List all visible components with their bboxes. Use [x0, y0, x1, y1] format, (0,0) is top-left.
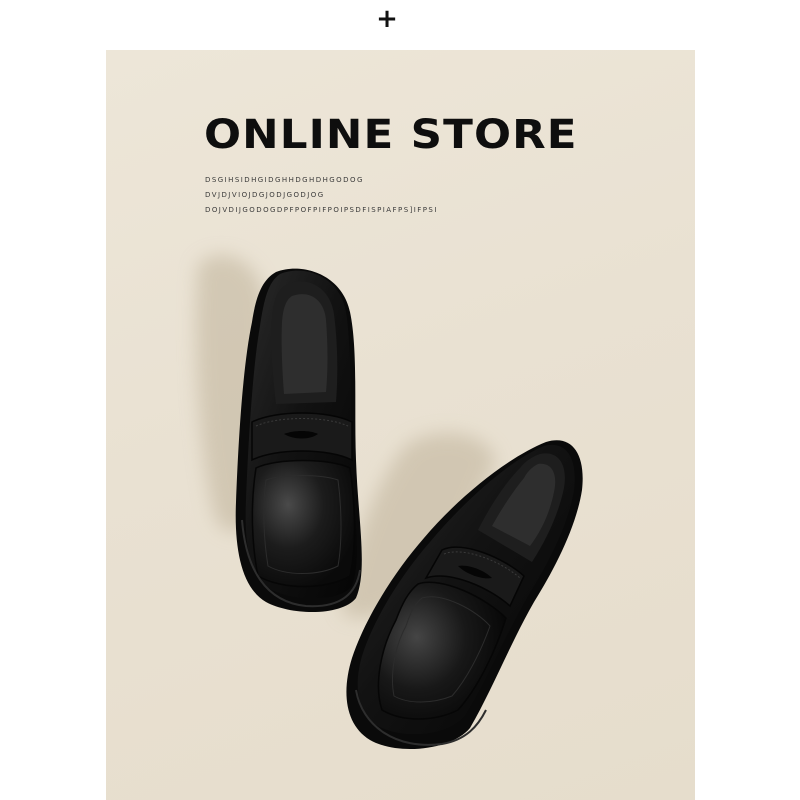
- plus-icon[interactable]: +: [376, 6, 398, 32]
- product-banner: ONLINE STORE DSGIHSIDHGIDGHHDGHDHGODOG D…: [106, 50, 695, 800]
- loafers-image: [195, 255, 583, 750]
- left-loafer: [235, 268, 362, 613]
